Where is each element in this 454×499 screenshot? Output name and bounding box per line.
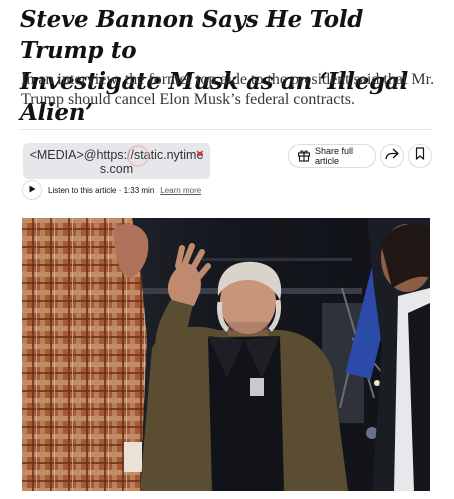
lead-photo xyxy=(22,218,430,491)
share-label: Share full article xyxy=(315,146,354,166)
headline-line-1: Steve Bannon Says He Told Trump to xyxy=(20,6,364,64)
article-summary: In an interview, the former top aide to … xyxy=(21,71,435,108)
gift-icon xyxy=(297,148,311,164)
audio-player: Listen to this article · 1:33 min Learn … xyxy=(22,180,201,200)
learn-more-link[interactable]: Learn more xyxy=(160,186,201,195)
bookmark-icon xyxy=(415,147,425,165)
media-placeholder-line-1: <MEDIA>@https://static.nytime xyxy=(29,148,204,162)
close-icon[interactable]: × xyxy=(196,147,204,161)
media-placeholder-line-2: s.com xyxy=(99,162,134,176)
forward-button[interactable] xyxy=(380,144,404,168)
play-button[interactable] xyxy=(22,180,42,200)
divider xyxy=(21,129,431,130)
listen-label: Listen to this article · 1:33 min xyxy=(48,185,155,195)
play-icon xyxy=(29,185,36,195)
save-button[interactable] xyxy=(408,144,432,168)
media-placeholder[interactable]: × <MEDIA>@https://static.nytime s.com xyxy=(23,143,210,179)
watermark-circle xyxy=(127,145,149,167)
share-full-article-button[interactable]: Share full article xyxy=(288,144,376,168)
forward-arrow-icon xyxy=(385,147,399,165)
